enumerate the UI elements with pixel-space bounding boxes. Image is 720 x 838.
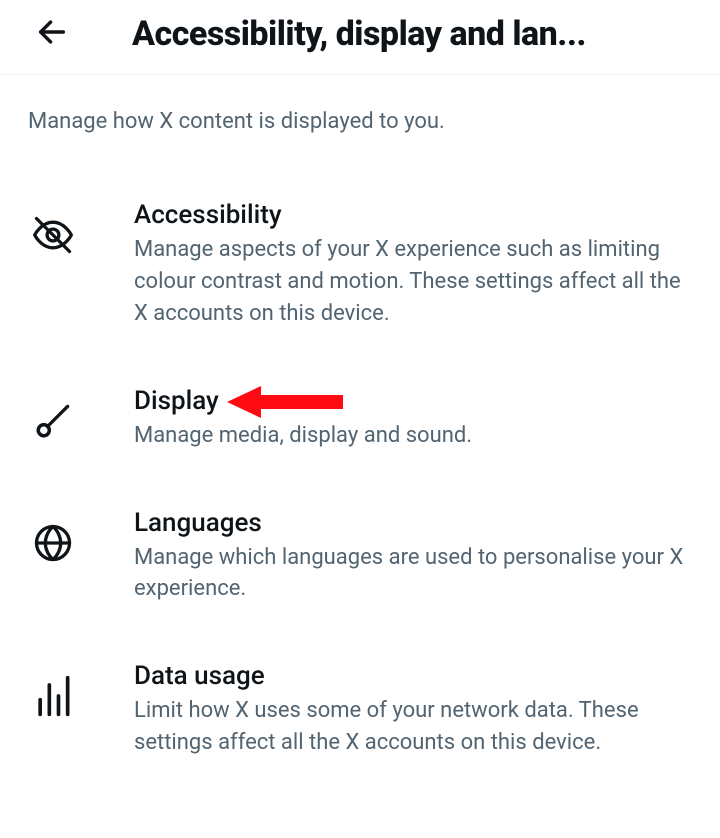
settings-item-body: Languages Manage which languages are use… bbox=[134, 508, 692, 606]
back-button[interactable] bbox=[32, 14, 72, 54]
settings-item-title: Languages bbox=[134, 508, 692, 538]
settings-list: Accessibility Manage aspects of your X e… bbox=[0, 144, 720, 787]
settings-item-body: Data usage Limit how X uses some of your… bbox=[134, 661, 692, 759]
settings-item-title: Data usage bbox=[134, 661, 692, 691]
settings-item-desc: Limit how X uses some of your network da… bbox=[134, 695, 692, 759]
settings-item-display[interactable]: Display Manage media, display and sound. bbox=[0, 358, 720, 480]
header: Accessibility, display and lan... bbox=[0, 0, 720, 75]
page-title: Accessibility, display and lan... bbox=[132, 14, 586, 54]
eye-off-icon bbox=[28, 210, 78, 260]
globe-icon bbox=[28, 518, 78, 568]
settings-item-desc: Manage aspects of your X experience such… bbox=[134, 234, 692, 330]
bars-icon bbox=[28, 671, 78, 721]
settings-item-accessibility[interactable]: Accessibility Manage aspects of your X e… bbox=[0, 172, 720, 358]
settings-item-desc: Manage media, display and sound. bbox=[134, 420, 692, 452]
settings-item-body: Accessibility Manage aspects of your X e… bbox=[134, 200, 692, 330]
arrow-left-icon bbox=[35, 15, 69, 53]
settings-item-languages[interactable]: Languages Manage which languages are use… bbox=[0, 480, 720, 634]
page-subtitle: Manage how X content is displayed to you… bbox=[0, 75, 720, 144]
settings-item-desc: Manage which languages are used to perso… bbox=[134, 542, 692, 606]
brush-icon bbox=[28, 396, 78, 446]
settings-item-body: Display Manage media, display and sound. bbox=[134, 386, 692, 452]
settings-item-title: Accessibility bbox=[134, 200, 692, 230]
settings-item-title: Display bbox=[134, 386, 692, 416]
settings-item-data-usage[interactable]: Data usage Limit how X uses some of your… bbox=[0, 633, 720, 787]
